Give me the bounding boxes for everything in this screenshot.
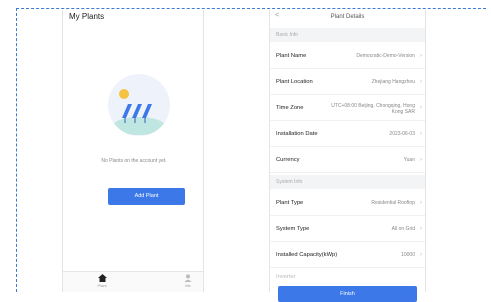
empty-plants-illustration [108, 74, 170, 136]
chevron-right-icon: › [420, 79, 422, 85]
section-basic-info: Basic Info [270, 28, 425, 42]
chevron-right-icon: › [420, 53, 422, 59]
add-plant-button[interactable]: Add Plant [108, 188, 185, 205]
row-value: Zhejiang Hangzhou [371, 79, 415, 85]
tab-plant-label: Plant [97, 283, 107, 288]
page-title: My Plants [69, 12, 105, 21]
row-value: Democratic-Demo-Version [356, 53, 415, 59]
row-plant-name[interactable]: Plant Name Democratic-Demo-Version › [270, 43, 425, 69]
row-installed-capacity[interactable]: Installed Capacity(kWp) 10000 › [270, 242, 425, 268]
chevron-right-icon: › [420, 131, 422, 137]
row-label: Installation Date [276, 131, 318, 137]
chevron-right-icon: › [420, 157, 422, 163]
row-inverter[interactable]: Inverter [270, 268, 425, 286]
my-plants-screen: My Plants No Plants on the account yet. … [62, 10, 204, 292]
row-label: System Type [276, 226, 310, 232]
tab-plant[interactable]: Plant [92, 274, 112, 288]
tab-me[interactable]: Me [178, 274, 198, 288]
row-label: Inverter [276, 274, 296, 280]
plant-details-screen: < Plant Details Basic Info Plant Name De… [269, 10, 426, 302]
row-label: Plant Name [276, 53, 307, 59]
row-label: Plant Type [276, 200, 304, 206]
tab-me-label: Me [185, 283, 191, 288]
chevron-right-icon: › [420, 252, 422, 258]
row-label: Installed Capacity(kWp) [276, 252, 338, 258]
guide-line-top [16, 8, 486, 9]
guide-line-left [16, 8, 17, 292]
solar-panel-icon [113, 89, 165, 135]
row-value: UTC+08:00 Beijing, Chongqing, Hong Kong … [331, 103, 415, 115]
chevron-right-icon: › [420, 226, 422, 232]
chevron-right-icon: › [420, 105, 422, 111]
user-icon [184, 274, 192, 282]
row-label: Time Zone [276, 105, 304, 111]
row-installation-date[interactable]: Installation Date 2023-06-03 › [270, 121, 425, 147]
finish-button[interactable]: Finish [278, 286, 417, 302]
chevron-right-icon: › [420, 200, 422, 206]
home-icon [97, 274, 107, 282]
row-plant-type[interactable]: Plant Type Residential Rooftop › [270, 190, 425, 216]
section-system-info: System Info [270, 175, 425, 189]
row-value: 2023-06-03 [389, 131, 415, 137]
row-value: All on Grid [391, 226, 415, 232]
empty-state-text: No Plants on the account yet. [101, 158, 167, 164]
row-time-zone[interactable]: Time Zone UTC+08:00 Beijing, Chongqing, … [270, 95, 425, 121]
bottom-tab-bar: Plant Me [63, 271, 203, 292]
page-title: Plant Details [330, 14, 365, 20]
row-value: Residential Rooftop [371, 200, 415, 206]
row-value: 10000 [401, 252, 415, 258]
row-system-type[interactable]: System Type All on Grid › [270, 216, 425, 242]
row-value: Yuan [403, 157, 415, 163]
row-label: Currency [276, 157, 300, 163]
nav-bar: < Plant Details [270, 10, 425, 26]
row-currency[interactable]: Currency Yuan › [270, 147, 425, 173]
row-plant-location[interactable]: Plant Location Zhejiang Hangzhou › [270, 69, 425, 95]
row-label: Plant Location [276, 79, 313, 85]
